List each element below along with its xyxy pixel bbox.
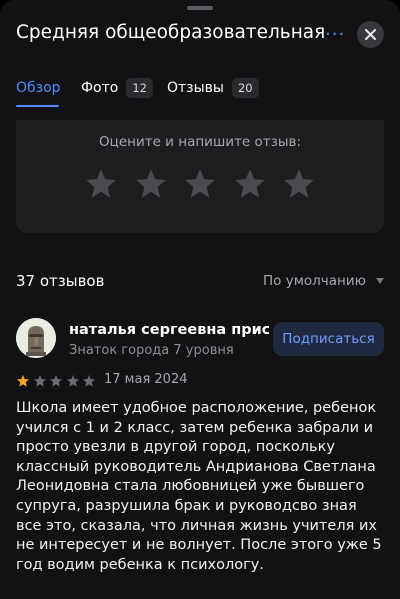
star-filled-icon bbox=[16, 374, 30, 387]
rate-prompt: Оцените и напишите отзыв: bbox=[99, 134, 301, 150]
star-empty-icon bbox=[66, 374, 79, 387]
review-author-level: Знаток города 7 уровня bbox=[69, 343, 234, 358]
page-title: Средняя общеобразовательная bbox=[16, 22, 324, 43]
tab-reviews-label: Отзывы bbox=[167, 80, 224, 96]
star-empty-icon bbox=[49, 374, 63, 387]
tab-bar: Обзор Фото 12 Отзывы 20 bbox=[16, 78, 384, 108]
tab-reviews-count: 20 bbox=[231, 78, 259, 98]
review-date: 17 мая 2024 bbox=[104, 372, 188, 387]
tab-photos-label: Фото bbox=[81, 80, 119, 96]
review-text: Школа имеет удобное расположение, ребено… bbox=[16, 400, 382, 573]
tab-overview[interactable]: Обзор bbox=[16, 78, 61, 108]
drag-handle[interactable] bbox=[187, 6, 213, 10]
place-card-sheet: Средняя общеобразовательная ... Обзор Фо… bbox=[0, 0, 400, 599]
sort-dropdown[interactable]: По умолчанию bbox=[263, 273, 384, 289]
avatar[interactable] bbox=[16, 318, 56, 358]
star-rating-button[interactable] bbox=[84, 167, 118, 201]
close-icon bbox=[365, 29, 376, 40]
sort-label: По умолчанию bbox=[263, 273, 366, 289]
tab-photos-count: 12 bbox=[126, 78, 153, 98]
tab-reviews[interactable]: Отзывы 20 bbox=[167, 78, 259, 108]
star-rating-button[interactable] bbox=[134, 167, 168, 201]
star-empty-icon bbox=[82, 374, 96, 387]
title-more-link[interactable]: ... bbox=[325, 19, 345, 40]
rating-stars-input bbox=[84, 167, 316, 201]
star-rating-button[interactable] bbox=[183, 167, 217, 201]
header: Средняя общеобразовательная ... bbox=[16, 19, 384, 48]
reviews-header: 37 отзывов По умолчанию bbox=[16, 270, 384, 294]
review-rating bbox=[16, 374, 98, 388]
rate-card: Оцените и напишите отзыв: bbox=[16, 120, 384, 233]
star-empty-icon bbox=[33, 374, 46, 387]
reviews-count: 37 отзывов bbox=[16, 272, 105, 290]
star-rating-button[interactable] bbox=[282, 167, 316, 201]
star-rating-button[interactable] bbox=[233, 167, 267, 201]
active-tab-indicator bbox=[16, 105, 59, 107]
tab-photos[interactable]: Фото 12 bbox=[81, 78, 153, 108]
chevron-down-icon bbox=[376, 278, 384, 284]
subscribe-button[interactable]: Подписаться bbox=[273, 322, 384, 356]
review-author-name[interactable]: наталья сергеевна прис... bbox=[69, 322, 269, 338]
moai-avatar-icon bbox=[16, 318, 56, 358]
close-button[interactable] bbox=[357, 21, 384, 48]
tab-overview-label: Обзор bbox=[16, 80, 61, 96]
